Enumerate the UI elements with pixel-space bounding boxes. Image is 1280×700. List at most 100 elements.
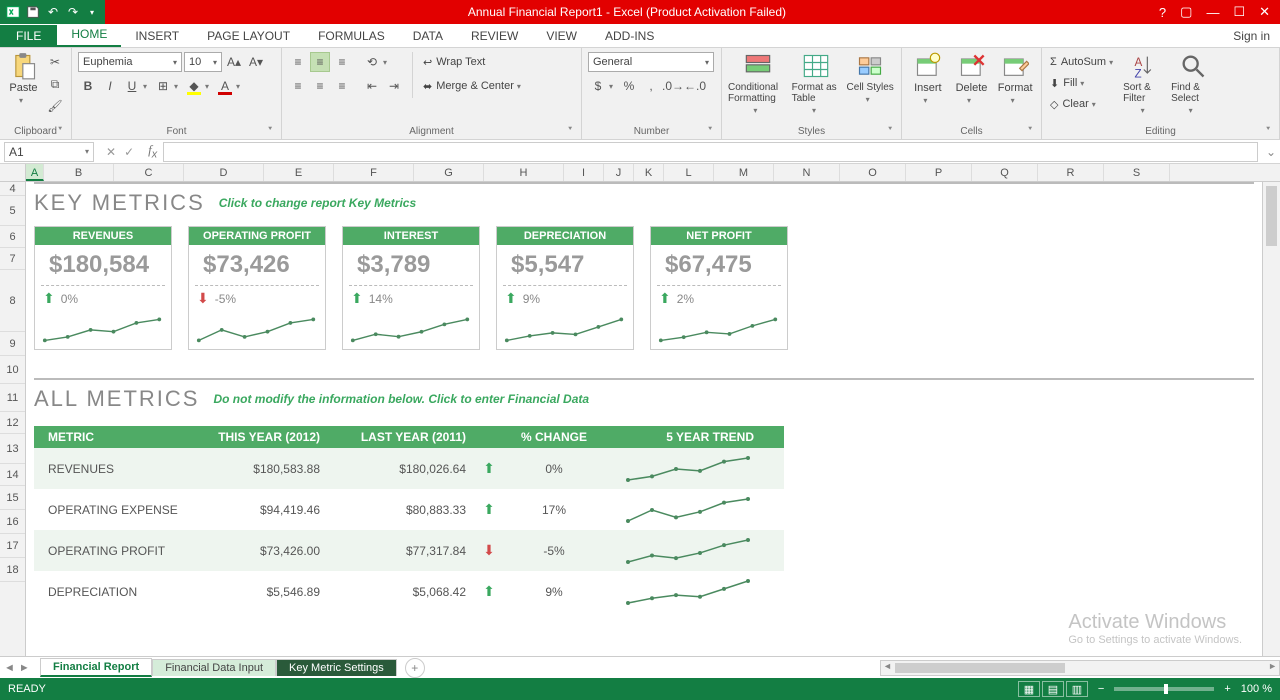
row-header-18[interactable]: 18 — [0, 558, 25, 582]
bold-button[interactable]: B — [78, 76, 98, 96]
align-bottom-icon[interactable]: ≡ — [332, 52, 352, 72]
row-header-16[interactable]: 16 — [0, 510, 25, 534]
col-header-K[interactable]: K — [634, 164, 664, 181]
col-header-E[interactable]: E — [264, 164, 334, 181]
decrease-font-icon[interactable]: A▾ — [246, 52, 266, 72]
col-header-L[interactable]: L — [664, 164, 714, 181]
zoom-level[interactable]: 100 % — [1241, 683, 1272, 695]
fill-button[interactable]: ⬇Fill▾ — [1048, 73, 1119, 93]
page-layout-view-icon[interactable]: ▤ — [1042, 681, 1064, 697]
file-tab[interactable]: FILE — [0, 25, 57, 47]
row-header-13[interactable]: 13 — [0, 434, 25, 464]
horizontal-scrollbar[interactable] — [880, 660, 1280, 676]
tab-insert[interactable]: INSERT — [121, 25, 193, 47]
number-format-combo[interactable]: General▾ — [588, 52, 714, 72]
decrease-indent-icon[interactable]: ⇤ — [362, 76, 382, 96]
sheet-nav-next-icon[interactable]: ► — [19, 662, 30, 674]
row-header-7[interactable]: 7 — [0, 248, 25, 270]
undo-icon[interactable]: ↶ — [46, 5, 60, 19]
clear-button[interactable]: ◇Clear▾ — [1048, 94, 1119, 114]
close-icon[interactable]: ✕ — [1259, 4, 1270, 20]
col-header-F[interactable]: F — [334, 164, 414, 181]
font-size-combo[interactable]: 10▾ — [184, 52, 222, 72]
underline-button[interactable]: U — [122, 76, 142, 96]
help-icon[interactable]: ? — [1159, 5, 1166, 20]
sign-in-link[interactable]: Sign in — [1223, 25, 1280, 47]
minimize-icon[interactable]: — — [1206, 5, 1219, 20]
increase-indent-icon[interactable]: ⇥ — [384, 76, 404, 96]
metric-card[interactable]: OPERATING PROFIT $73,426 ⬇-5% — [188, 226, 326, 350]
row-header-8[interactable]: 8 — [0, 270, 25, 332]
wrap-text-button[interactable]: ↩Wrap Text — [421, 52, 527, 72]
delete-cells-button[interactable]: Delete▾ — [952, 52, 992, 105]
row-header-5[interactable]: 5 — [0, 196, 25, 226]
col-header-O[interactable]: O — [840, 164, 906, 181]
col-header-B[interactable]: B — [44, 164, 114, 181]
zoom-out-icon[interactable]: − — [1098, 683, 1104, 695]
table-row[interactable]: OPERATING EXPENSE $94,419.46 $80,883.33 … — [34, 489, 784, 530]
conditional-formatting-button[interactable]: Conditional Formatting▾ — [728, 52, 788, 115]
align-right-icon[interactable]: ≡ — [332, 76, 352, 96]
align-center-icon[interactable]: ≡ — [310, 76, 330, 96]
increase-font-icon[interactable]: A▴ — [224, 52, 244, 72]
tab-page-layout[interactable]: PAGE LAYOUT — [193, 25, 304, 47]
align-left-icon[interactable]: ≡ — [288, 76, 308, 96]
sort-filter-button[interactable]: AZSort & Filter▾ — [1123, 52, 1167, 115]
font-name-combo[interactable]: Euphemia▾ — [78, 52, 182, 72]
table-row[interactable]: OPERATING PROFIT $73,426.00 $77,317.84 ⬇… — [34, 530, 784, 571]
col-header-J[interactable]: J — [604, 164, 634, 181]
increase-decimal-icon[interactable]: .0→ — [663, 76, 683, 96]
row-header-6[interactable]: 6 — [0, 226, 25, 248]
column-headers[interactable]: ABCDEFGHIJKLMNOPQRS — [0, 164, 1280, 182]
new-sheet-button[interactable]: + — [405, 658, 425, 678]
decrease-decimal-icon[interactable]: ←.0 — [685, 76, 705, 96]
tab-home[interactable]: HOME — [57, 23, 121, 47]
format-painter-icon[interactable]: 🖌 — [45, 96, 65, 116]
metric-card[interactable]: DEPRECIATION $5,547 ⬆9% — [496, 226, 634, 350]
row-header-11[interactable]: 11 — [0, 384, 25, 412]
sheet-tab-financial-report[interactable]: Financial Report — [40, 658, 152, 677]
ribbon-display-icon[interactable]: ▢ — [1180, 4, 1192, 20]
col-header-P[interactable]: P — [906, 164, 972, 181]
row-header-9[interactable]: 9 — [0, 332, 25, 356]
accounting-format-icon[interactable]: $ — [588, 76, 608, 96]
row-header-17[interactable]: 17 — [0, 534, 25, 558]
col-header-R[interactable]: R — [1038, 164, 1104, 181]
cut-icon[interactable]: ✂ — [45, 52, 65, 72]
tab-review[interactable]: REVIEW — [457, 25, 532, 47]
orientation-icon[interactable]: ⟲ — [362, 52, 382, 72]
insert-cells-button[interactable]: Insert▾ — [908, 52, 948, 105]
zoom-in-icon[interactable]: + — [1224, 683, 1230, 695]
sheet-tab-financial-data-input[interactable]: Financial Data Input — [152, 659, 276, 676]
col-header-M[interactable]: M — [714, 164, 774, 181]
autosum-button[interactable]: ΣAutoSum▾ — [1048, 52, 1119, 72]
name-box[interactable]: A1▾ — [4, 142, 94, 162]
metric-card[interactable]: INTEREST $3,789 ⬆14% — [342, 226, 480, 350]
maximize-icon[interactable]: ☐ — [1233, 4, 1245, 20]
normal-view-icon[interactable]: ▦ — [1018, 681, 1040, 697]
row-header-15[interactable]: 15 — [0, 486, 25, 510]
col-header-Q[interactable]: Q — [972, 164, 1038, 181]
cancel-formula-icon[interactable]: ✕ — [106, 145, 116, 159]
col-header-S[interactable]: S — [1104, 164, 1170, 181]
font-color-button[interactable]: A — [215, 76, 235, 96]
qat-dropdown-icon[interactable]: ▾ — [85, 5, 99, 19]
row-header-14[interactable]: 14 — [0, 464, 25, 486]
col-header-G[interactable]: G — [414, 164, 484, 181]
zoom-slider[interactable] — [1114, 687, 1214, 691]
col-header-H[interactable]: H — [484, 164, 564, 181]
align-middle-icon[interactable]: ≡ — [310, 52, 330, 72]
paste-button[interactable]: Paste ▾ — [6, 52, 41, 105]
tab-view[interactable]: VIEW — [532, 25, 591, 47]
fx-icon[interactable]: fx — [142, 142, 163, 161]
table-row[interactable]: REVENUES $180,583.88 $180,026.64 ⬆ 0% — [34, 448, 784, 489]
col-header-N[interactable]: N — [774, 164, 840, 181]
comma-format-icon[interactable]: , — [641, 76, 661, 96]
row-header-12[interactable]: 12 — [0, 412, 25, 434]
tab-add-ins[interactable]: ADD-INS — [591, 25, 668, 47]
worksheet[interactable]: KEY METRICS Click to change report Key M… — [26, 182, 1262, 656]
save-icon[interactable] — [26, 5, 40, 19]
format-cells-button[interactable]: Format▾ — [995, 52, 1035, 105]
select-all-triangle[interactable] — [0, 164, 26, 181]
vertical-scrollbar[interactable] — [1262, 182, 1280, 656]
